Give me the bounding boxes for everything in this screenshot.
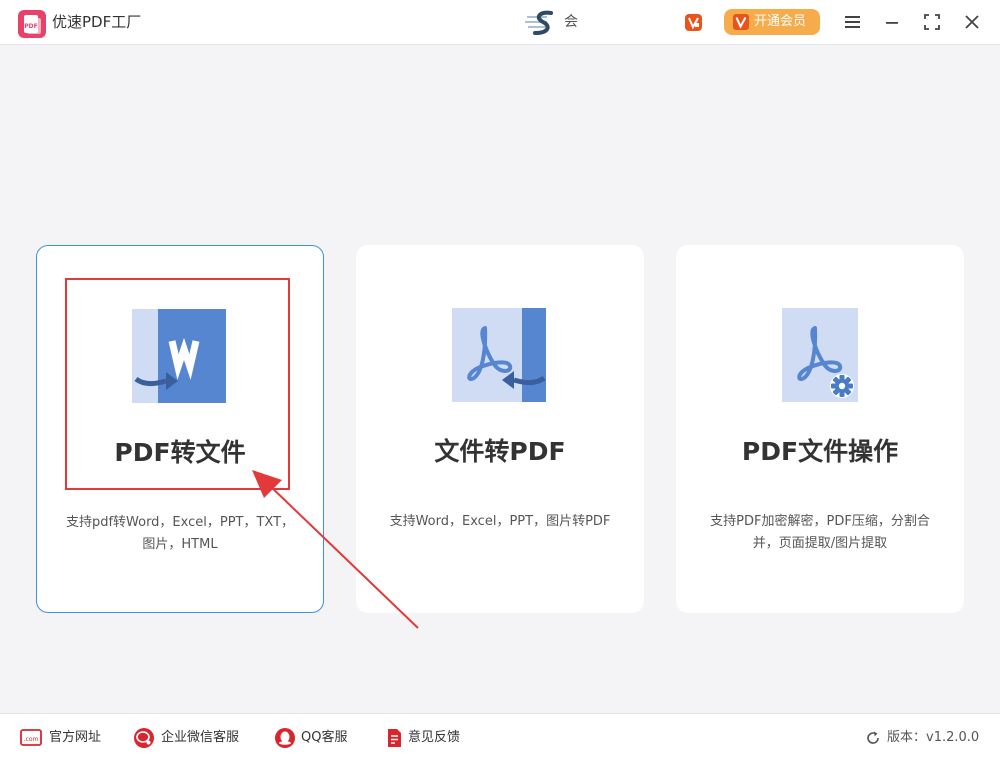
footer-bar: .com 官方网址 企业微信客服 QQ客服 意见反馈 版本：v1.2.0.0 [0, 713, 1000, 761]
feedback-icon [388, 729, 401, 747]
app-logo: PDF [18, 10, 46, 38]
maximize-button[interactable] [920, 10, 944, 34]
card-description-line: 并，页面提取/图片提取 [752, 536, 888, 551]
close-icon [965, 15, 979, 29]
app-logo-text: PDF [24, 23, 37, 30]
file-to-pdf-icon [452, 308, 546, 402]
vip-icon [733, 14, 749, 30]
card-description: 支持Word，Excel，PPT，图片转PDF [376, 511, 624, 533]
version-label: 版本：v1.2.0.0 [887, 730, 980, 745]
title-bar: PDF 优速PDF工厂 会 开通会员 [0, 0, 1000, 45]
vip-badge-icon[interactable] [685, 14, 702, 31]
card-description: 支持pdf转Word，Excel，PPT，TXT， 图片，HTML [57, 512, 303, 556]
qq-icon [275, 728, 295, 748]
minimize-icon [886, 22, 898, 24]
card-description-line: 支持PDF加密解密，PDF压缩，分割合 [710, 514, 930, 529]
wechat-work-icon [134, 728, 154, 748]
refresh-icon [867, 731, 879, 744]
footer-link-label: 官方网址 [49, 730, 102, 745]
card-description-line: 支持pdf转Word，Excel，PPT，TXT， [65, 515, 295, 530]
pdf-to-word-icon [132, 309, 226, 403]
website-icon: .com [20, 729, 42, 746]
open-vip-button[interactable]: 开通会员 [724, 9, 820, 35]
card-title: PDF文件操作 [741, 437, 899, 466]
maximize-icon [924, 14, 940, 30]
account-logo-icon [525, 10, 553, 35]
footer-link-label: QQ客服 [301, 730, 348, 745]
wechat-service-link[interactable]: 企业微信客服 [133, 727, 253, 749]
website-icon-text: .com [24, 736, 39, 743]
footer-link-label: 企业微信客服 [161, 730, 240, 745]
card-title: PDF转文件 [114, 438, 246, 467]
card-description-line: 图片，HTML [142, 537, 218, 552]
open-vip-label: 开通会员 [754, 14, 807, 29]
card-pdf-operations[interactable]: PDF文件操作 支持PDF加密解密，PDF压缩，分割合 并，页面提取/图片提取 [676, 245, 964, 613]
qq-service-link[interactable]: QQ客服 [274, 727, 359, 749]
menu-icon [845, 16, 860, 28]
official-website-link[interactable]: .com 官方网址 [20, 727, 110, 749]
footer-link-label: 意见反馈 [408, 730, 461, 745]
card-description-line: 支持Word，Excel，PPT，图片转PDF [389, 514, 611, 529]
menu-button[interactable] [840, 10, 864, 34]
account-label: 会 [564, 14, 578, 30]
minimize-button[interactable] [880, 10, 904, 34]
card-file-to-pdf[interactable]: 文件转PDF 支持Word，Excel，PPT，图片转PDF [356, 245, 644, 613]
card-title: 文件转PDF [434, 437, 566, 466]
feedback-link[interactable]: 意见反馈 [383, 727, 473, 749]
close-button[interactable] [960, 10, 984, 34]
pdf-settings-icon [782, 308, 858, 402]
card-pdf-to-file[interactable]: PDF转文件 支持pdf转Word，Excel，PPT，TXT， 图片，HTML [36, 245, 324, 613]
app-title: 优速PDF工厂 [52, 13, 142, 31]
card-description: 支持PDF加密解密，PDF压缩，分割合 并，页面提取/图片提取 [696, 511, 944, 555]
